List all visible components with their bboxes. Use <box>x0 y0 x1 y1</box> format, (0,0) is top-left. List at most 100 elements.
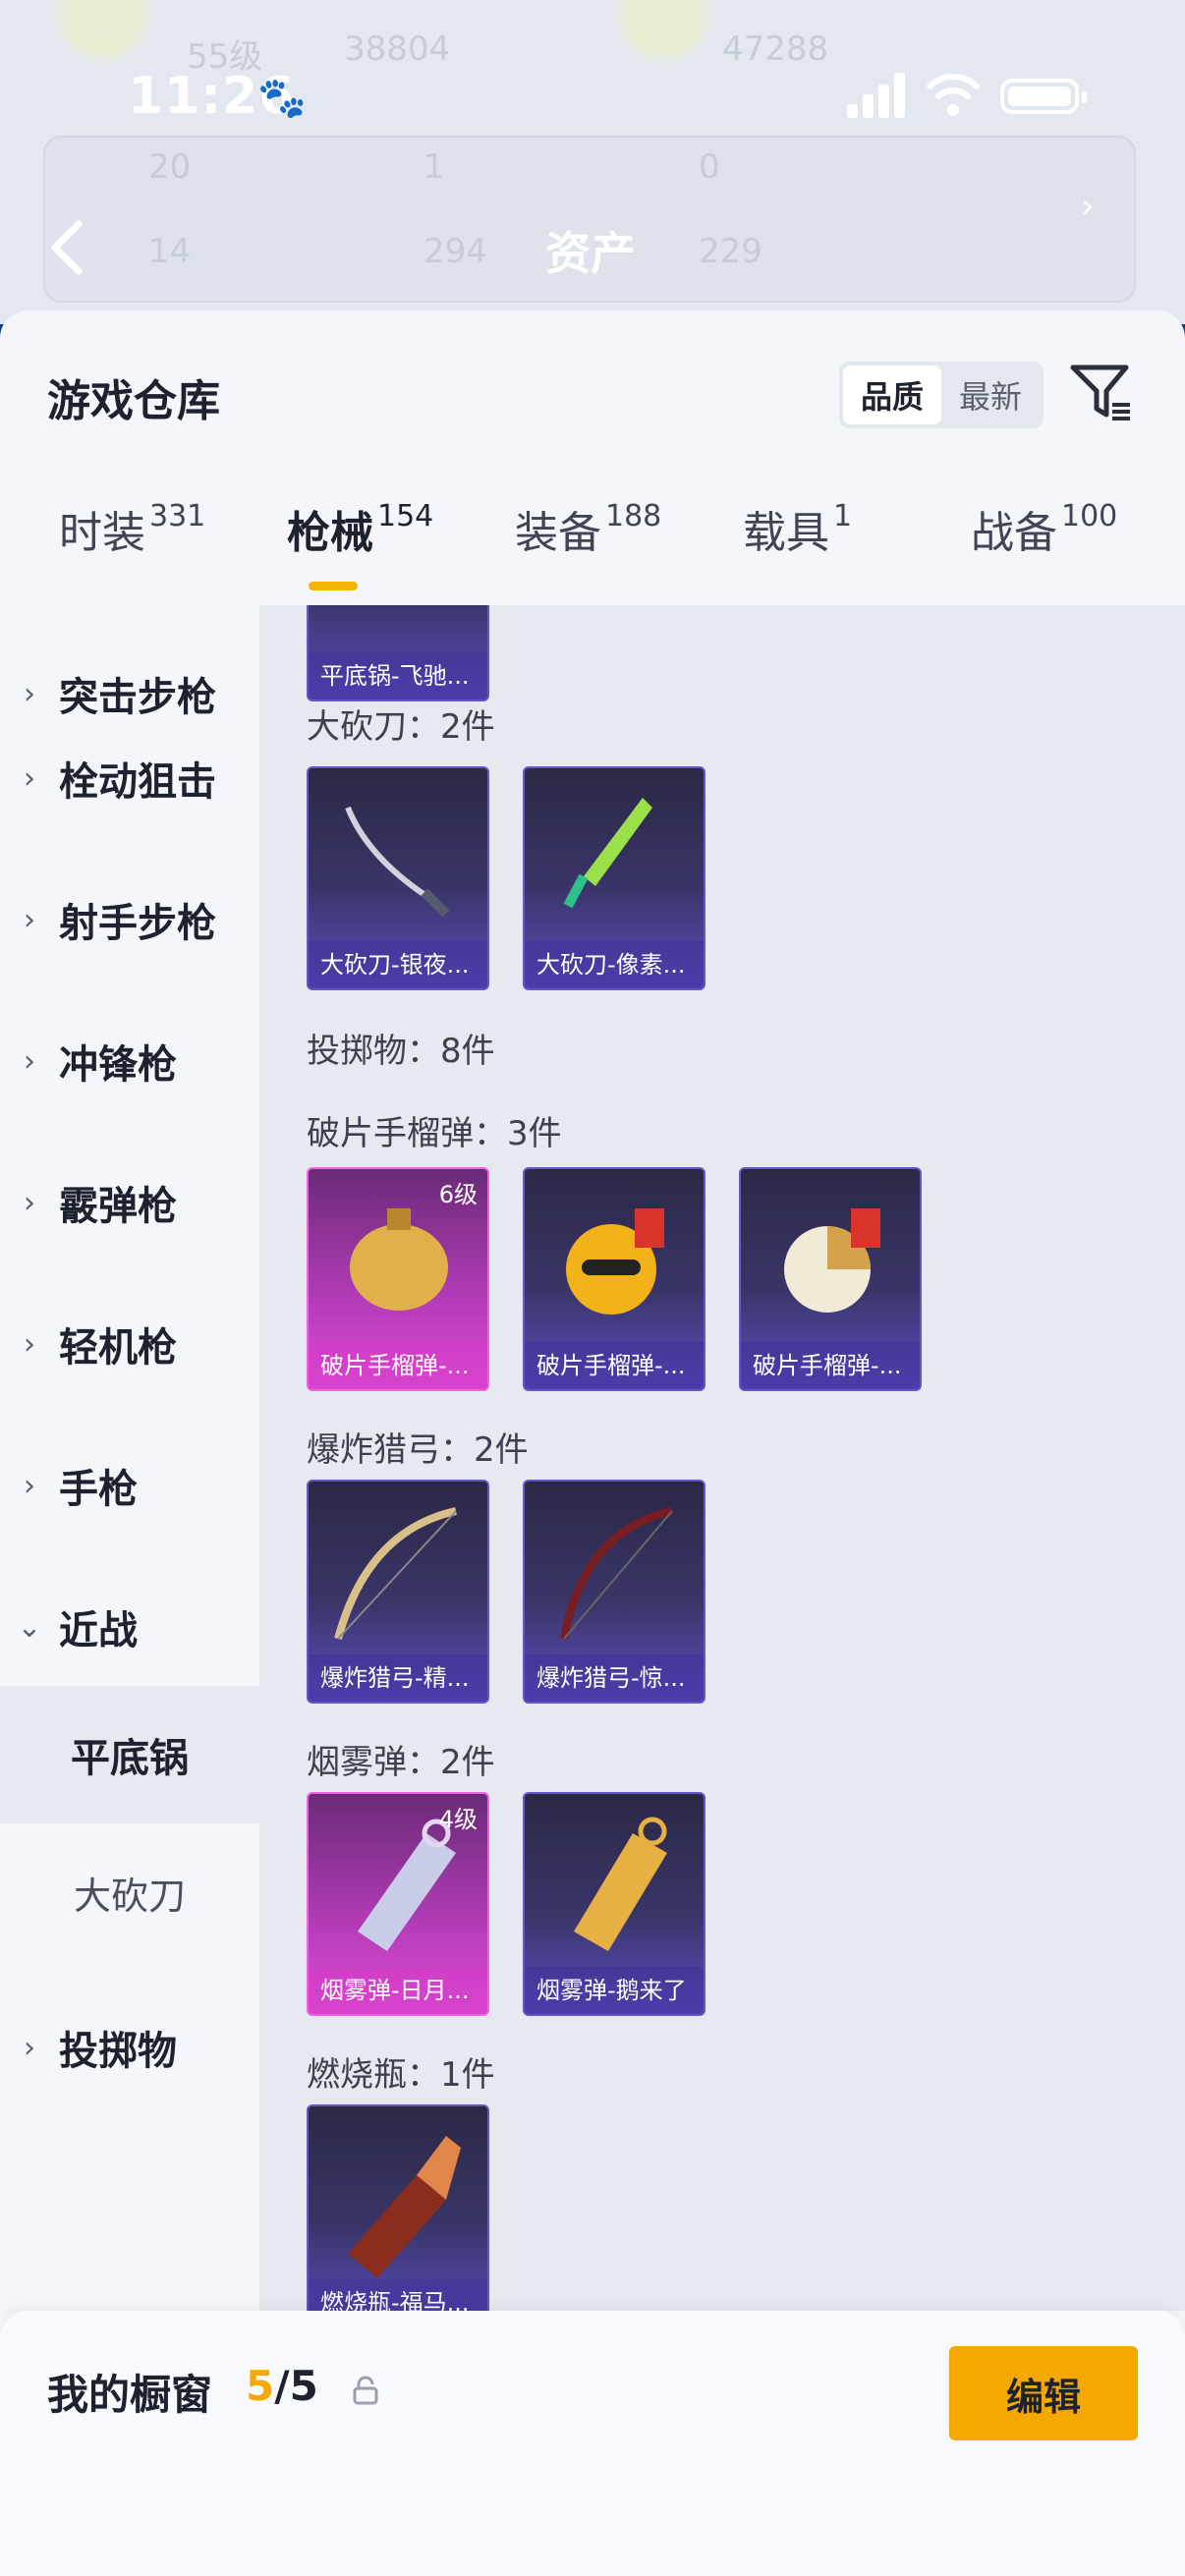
item-card[interactable]: 大砍刀-银夜... <box>307 766 489 990</box>
tab-label: 战备 <box>971 508 1057 558</box>
item-card[interactable]: 大砍刀-像素... <box>523 766 705 990</box>
tab-count: 100 <box>1061 499 1118 533</box>
sort-toggle: 品质 最新 <box>839 362 1044 428</box>
chevron-right-icon: › <box>24 676 35 711</box>
item-grid-content: 平底锅-飞驰... 大砍刀：2件 大砍刀-银夜... 大砍刀-像素... 投掷物… <box>259 605 1185 2311</box>
item-card-label: 大砍刀-像素... <box>525 941 704 988</box>
tab-count: 154 <box>377 499 434 533</box>
sidebar-item-lmg[interactable]: › 轻机枪 <box>0 1295 259 1393</box>
wifi-icon <box>927 74 980 116</box>
item-card[interactable]: 烟雾弹-鹅来了 <box>523 1792 705 2016</box>
sidebar-item-throwables[interactable]: › 投掷物 <box>0 1998 259 2097</box>
item-card[interactable]: 爆炸猎弓-精... <box>307 1480 489 1704</box>
sidebar-item-pistol[interactable]: › 手枪 <box>0 1436 259 1535</box>
chevron-right-icon: › <box>24 2030 35 2065</box>
chevron-right-icon: › <box>24 1185 35 1220</box>
tab-label: 装备 <box>515 508 601 558</box>
rank-badge-icon <box>59 0 147 59</box>
item-card-label: 大砍刀-银夜... <box>309 941 487 988</box>
sort-newest-button[interactable]: 最新 <box>941 365 1040 424</box>
sidebar-item-label: 栓动狙击 <box>59 759 216 805</box>
chevron-right-icon: › <box>24 1326 35 1362</box>
sidebar-item-assault-rifle[interactable]: › 突击步枪 <box>0 644 259 743</box>
item-card[interactable]: 平底锅-飞驰... <box>307 605 489 701</box>
sidebar-item-label: 突击步枪 <box>59 675 216 720</box>
rank-badge-icon <box>619 0 707 59</box>
active-tab-indicator <box>309 582 358 590</box>
section-heading: 破片手榴弹：3件 <box>307 1114 562 1153</box>
lock-icon <box>353 2376 378 2405</box>
filter-icon[interactable] <box>1069 360 1134 424</box>
tab-count: 331 <box>149 499 206 533</box>
tab-fashion[interactable]: 时装 331 <box>59 497 205 560</box>
tab-count: 188 <box>605 499 662 533</box>
machete-icon <box>563 798 652 909</box>
sort-quality-button[interactable]: 品质 <box>843 365 941 424</box>
grenade-icon <box>784 1208 880 1313</box>
tab-count: 1 <box>833 499 853 533</box>
section-heading: 投掷物：8件 <box>307 1032 495 1071</box>
sidebar-item-bolt-sniper[interactable]: › 栓动狙击 <box>0 729 259 827</box>
sidebar-item-label: 冲锋枪 <box>59 1042 177 1088</box>
paw-icon: 🐾 <box>257 76 307 121</box>
tab-label: 时装 <box>59 508 145 558</box>
item-card-label: 烟雾弹-鹅来了 <box>525 1967 704 2014</box>
edit-button[interactable]: 编辑 <box>949 2346 1138 2440</box>
machete-icon <box>345 806 450 918</box>
tab-tactical[interactable]: 战备 100 <box>971 497 1117 560</box>
smoke-grenade-icon <box>574 1817 667 1951</box>
tab-vehicles[interactable]: 载具 1 <box>743 497 852 560</box>
cellular-signal-icon <box>847 73 906 118</box>
tab-firearms[interactable]: 枪械 154 <box>287 497 433 560</box>
tab-equipment[interactable]: 装备 188 <box>515 497 661 560</box>
stat-text: 0 <box>699 147 720 187</box>
weapon-category-sidebar: › 突击步枪 › 栓动狙击 › 射手步枪 › 冲锋枪 › 霰弹枪 › 轻机枪 › 手枪 ⌄ 近战… <box>0 605 259 2576</box>
showcase-count: 5/5 <box>246 2362 318 2410</box>
chevron-right-icon: › <box>24 1468 35 1503</box>
item-card-label: 平底锅-飞驰... <box>309 652 487 700</box>
section-heading: 爆炸猎弓：2件 <box>307 1430 529 1470</box>
sidebar-item-melee[interactable]: ⌄ 近战 <box>0 1578 259 1676</box>
stat-text: 229 <box>699 232 762 271</box>
molotov-icon <box>348 2136 461 2278</box>
item-card[interactable]: 爆炸猎弓-惊... <box>523 1480 705 1704</box>
item-card[interactable]: 4级 烟雾弹-日月... <box>307 1792 489 2016</box>
tab-label: 枪械 <box>287 508 373 558</box>
item-card[interactable]: 燃烧瓶-福马... <box>307 2104 489 2311</box>
back-arrow-icon[interactable] <box>47 218 86 277</box>
showcase-used: 5 <box>246 2362 275 2410</box>
item-card-label: 烟雾弹-日月... <box>309 1967 487 2014</box>
sidebar-item-label: 射手步枪 <box>59 901 216 946</box>
section-heading: 大砍刀：2件 <box>307 707 495 747</box>
chevron-right-icon: › <box>24 760 35 796</box>
stat-text: 14 <box>148 232 192 271</box>
stat-text: 20 <box>148 147 192 187</box>
section-heading: 燃烧瓶：1件 <box>307 2055 495 2095</box>
grenade-icon <box>566 1208 664 1315</box>
bow-icon <box>560 1507 673 1640</box>
battery-icon <box>1000 79 1087 114</box>
chevron-right-icon: › <box>24 1043 35 1079</box>
sidebar-item-smg[interactable]: › 冲锋枪 <box>0 1012 259 1110</box>
stat-text: 1 <box>423 147 445 187</box>
sidebar-subitem-frying-pan[interactable]: 平底锅 <box>0 1686 259 1823</box>
item-card[interactable]: 破片手榴弹-... <box>523 1167 705 1391</box>
sidebar-item-label: 投掷物 <box>59 2029 177 2074</box>
sidebar-subitem-machete[interactable]: 大砍刀 <box>0 1823 259 1961</box>
showcase-bar: 我的橱窗 5/5 编辑 <box>0 2311 1185 2576</box>
chevron-right-icon: › <box>1081 187 1095 226</box>
showcase-total: /5 <box>274 2362 318 2410</box>
item-card-label: 爆炸猎弓-惊... <box>525 1654 704 1702</box>
item-card[interactable]: 破片手榴弹-... <box>739 1167 922 1391</box>
sidebar-item-marksman-rifle[interactable]: › 射手步枪 <box>0 870 259 969</box>
item-card[interactable]: 6级 破片手榴弹-... <box>307 1167 489 1391</box>
sidebar-item-shotgun[interactable]: › 霰弹枪 <box>0 1153 259 1252</box>
item-level-badge: 6级 <box>438 1181 478 1208</box>
item-card-label: 燃烧瓶-福马... <box>309 2279 487 2311</box>
blurred-header-background: 55级 38804 47288 20 1 0 14 294 229 11:26 … <box>0 0 1185 324</box>
section-heading: 烟雾弹：2件 <box>307 1743 495 1782</box>
game-warehouse-sheet: 游戏仓库 品质 最新 时装 331 枪械 154 装备 188 载具 1 战备 100 ›… <box>0 310 1185 2576</box>
page-title: 资产 <box>545 227 636 280</box>
score-text: 47288 <box>722 29 829 69</box>
category-tabs: 时装 331 枪械 154 装备 188 载具 1 战备 100 <box>0 497 1185 605</box>
